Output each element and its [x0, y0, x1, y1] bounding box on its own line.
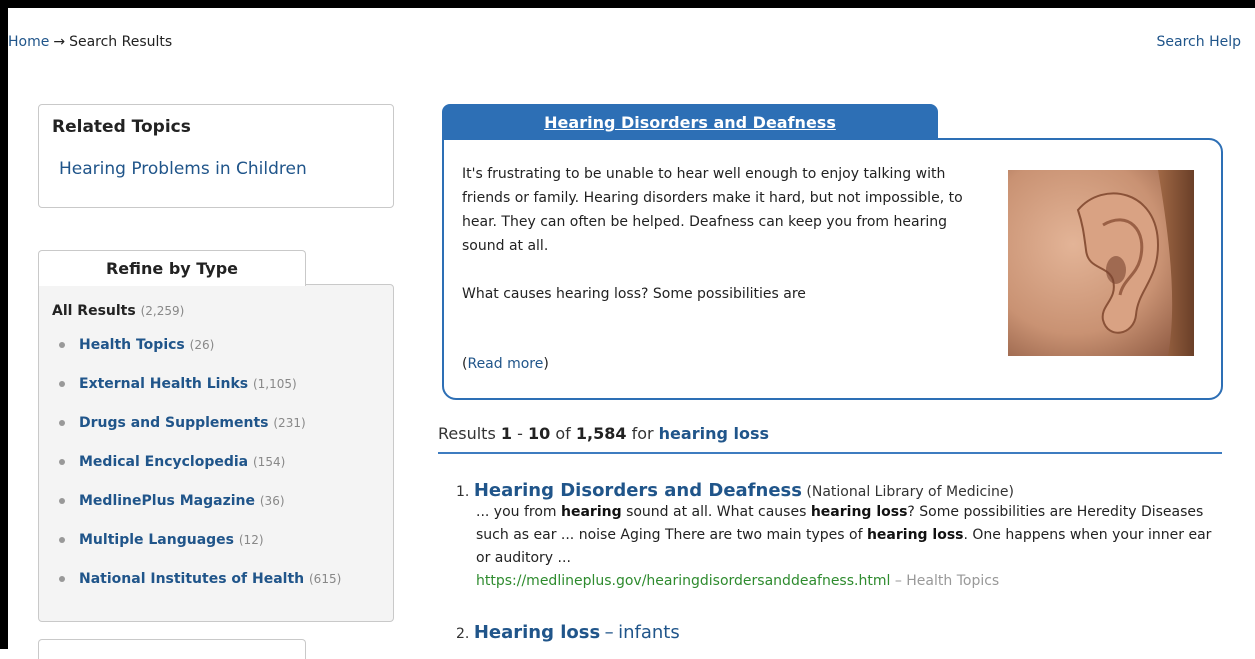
snippet-highlight: hearing loss — [810, 504, 908, 520]
snippet-text: ... you from — [476, 504, 562, 520]
related-topics-panel: Related Topics Hearing Problems in Child… — [38, 104, 394, 208]
bullet-icon — [59, 576, 65, 582]
results-total: 1,584 — [575, 424, 627, 443]
featured-topic-title-link[interactable]: Hearing Disorders and Deafness — [544, 113, 836, 132]
breadcrumb-current: Search Results — [69, 34, 173, 50]
result-snippet: ... you from hearing sound at all. What … — [476, 501, 1216, 570]
bullet-icon — [59, 420, 65, 426]
result-title-line: 1. Hearing Disorders and Deafness (Natio… — [456, 480, 1216, 501]
refine-item-count: (12) — [238, 533, 264, 547]
refine-item-count: (1,105) — [252, 377, 297, 391]
refine-item-national-institutes-of-health[interactable]: National Institutes of Health (615) — [39, 571, 341, 610]
snippet-highlight: hearing — [561, 504, 622, 520]
refine-item-label[interactable]: MedlinePlus Magazine — [79, 493, 255, 509]
search-result: 2. Hearing loss – infants — [456, 622, 1216, 643]
bullet-icon — [59, 498, 65, 504]
results-for: for — [631, 424, 654, 443]
refine-item-label[interactable]: Medical Encyclopedia — [79, 454, 248, 470]
search-result: 1. Hearing Disorders and Deafness (Natio… — [456, 480, 1216, 593]
results-range-dash: - — [517, 424, 523, 443]
refine-item-label[interactable]: External Health Links — [79, 376, 248, 392]
refine-item-drugs-and-supplements[interactable]: Drugs and Supplements (231) — [39, 415, 341, 454]
search-help-link[interactable]: Search Help — [1157, 34, 1241, 50]
results-end: 10 — [527, 424, 551, 443]
refine-by-type-panel: All Results (2,259) Health Topics (26) E… — [38, 284, 394, 622]
window-left-border — [0, 0, 8, 649]
result-subtitle: infants — [618, 622, 680, 643]
refine-item-count: (231) — [273, 416, 306, 430]
result-title-dash: – — [604, 622, 614, 643]
result-category: Health Topics — [906, 573, 1000, 589]
result-title-line: 2. Hearing loss – infants — [456, 622, 1216, 643]
result-url-line: https://medlineplus.gov/hearingdisorders… — [476, 570, 1216, 593]
result-number: 1. — [456, 484, 470, 500]
related-topics-title: Related Topics — [52, 117, 191, 137]
results-summary: Results 1 - 10 of 1,584 for hearing loss — [438, 424, 1222, 454]
breadcrumb-arrow-icon: → — [53, 34, 66, 50]
refine-item-count: (36) — [259, 494, 285, 508]
featured-topic-summary: It's frustrating to be unable to hear we… — [462, 162, 992, 306]
bullet-icon — [59, 537, 65, 543]
refine-item-health-topics[interactable]: Health Topics (26) — [39, 337, 341, 376]
refine-item-label[interactable]: Health Topics — [79, 337, 185, 353]
results-of: of — [555, 424, 571, 443]
result-title-link[interactable]: Hearing Disorders and Deafness — [474, 480, 802, 501]
breadcrumb: Home → Search Results — [8, 34, 172, 50]
all-results-label: All Results — [52, 303, 136, 319]
refine-item-count: (615) — [309, 572, 342, 586]
result-url: https://medlineplus.gov/hearingdisorders… — [476, 573, 891, 589]
bullet-icon — [59, 381, 65, 387]
featured-topic-panel: It's frustrating to be unable to hear we… — [442, 138, 1223, 400]
result-number: 2. — [456, 626, 470, 642]
result-category-separator: – — [894, 573, 902, 589]
read-more-link[interactable]: Read more — [467, 356, 543, 372]
refine-item-external-health-links[interactable]: External Health Links (1,105) — [39, 376, 341, 415]
window-top-border — [0, 0, 1255, 8]
refine-item-label[interactable]: National Institutes of Health — [79, 571, 304, 587]
search-query: hearing loss — [658, 424, 770, 443]
refine-type-list: Health Topics (26) External Health Links… — [39, 337, 341, 610]
result-source: (National Library of Medicine) — [806, 484, 1015, 500]
related-topic-link[interactable]: Hearing Problems in Children — [59, 159, 307, 179]
read-more: (Read more) — [462, 356, 549, 372]
featured-topic-paragraph: It's frustrating to be unable to hear we… — [462, 166, 963, 254]
featured-topic-tab[interactable]: Hearing Disorders and Deafness — [442, 104, 938, 140]
snippet-text: sound at all. What causes — [621, 504, 811, 520]
bullet-icon — [59, 459, 65, 465]
snippet-highlight: hearing loss — [866, 527, 964, 543]
refine-item-medical-encyclopedia[interactable]: Medical Encyclopedia (154) — [39, 454, 341, 493]
refine-item-medlineplus-magazine[interactable]: MedlinePlus Magazine (36) — [39, 493, 341, 532]
refine-item-multiple-languages[interactable]: Multiple Languages (12) — [39, 532, 341, 571]
refine-item-count: (154) — [253, 455, 286, 469]
featured-topic-question: What causes hearing loss? Some possibili… — [462, 286, 806, 302]
bullet-icon — [59, 342, 65, 348]
result-title-link[interactable]: Hearing loss — [474, 622, 600, 643]
ear-photo-image — [1008, 170, 1194, 356]
all-results-item[interactable]: All Results (2,259) — [52, 303, 184, 319]
all-results-count: (2,259) — [140, 304, 185, 318]
results-prefix: Results — [438, 424, 496, 443]
next-panel-tab — [38, 639, 306, 659]
refine-item-count: (26) — [189, 338, 215, 352]
refine-item-label[interactable]: Multiple Languages — [79, 532, 234, 548]
breadcrumb-home-link[interactable]: Home — [8, 34, 49, 50]
read-more-paren-close: ) — [543, 356, 549, 372]
refine-item-label[interactable]: Drugs and Supplements — [79, 415, 269, 431]
results-start: 1 — [500, 424, 513, 443]
next-panel-title-fragment — [116, 645, 146, 649]
ear-photo-icon — [1008, 170, 1194, 356]
refine-by-type-tab: Refine by Type — [38, 250, 306, 286]
